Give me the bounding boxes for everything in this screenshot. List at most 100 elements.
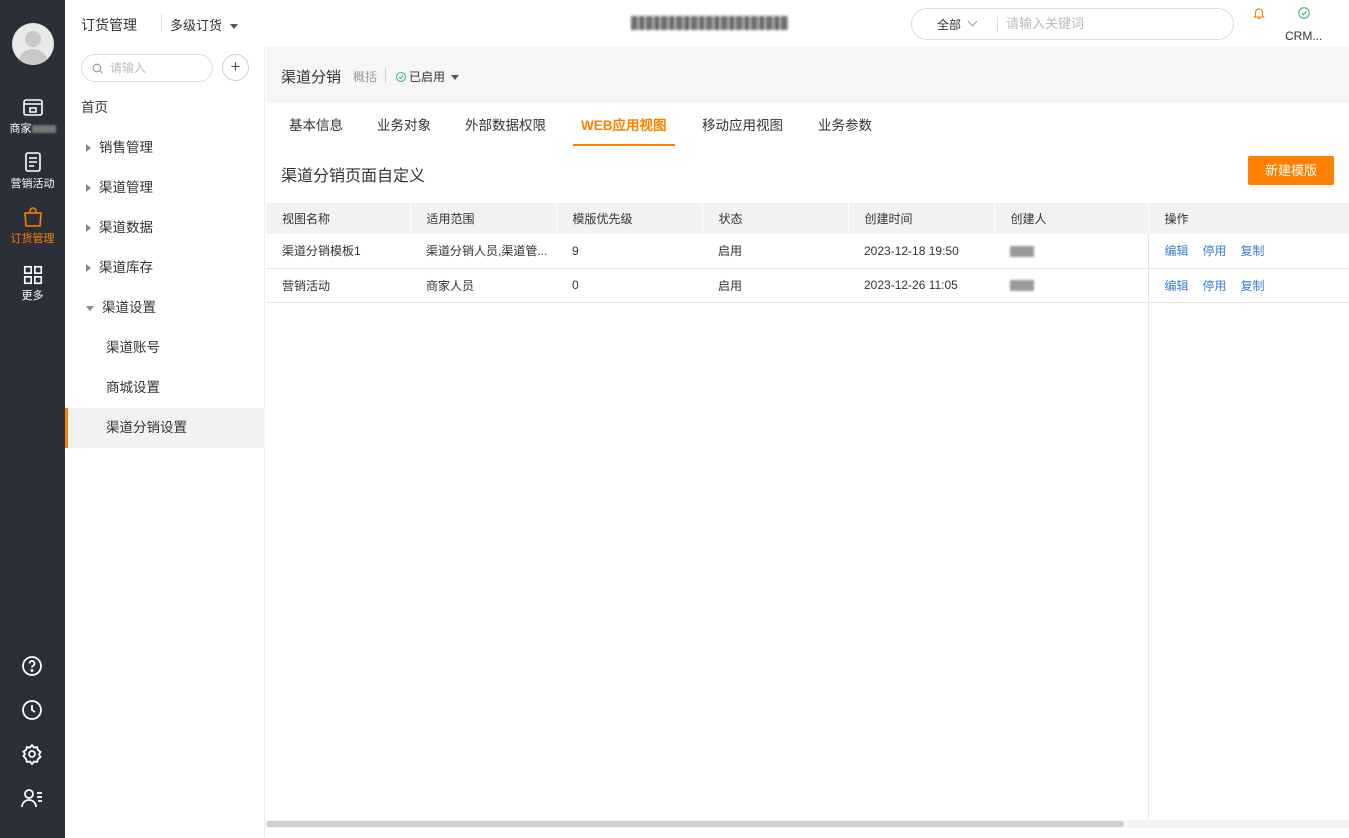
grid-icon — [23, 265, 42, 285]
col-header-created-time[interactable]: 创建时间 — [848, 203, 995, 234]
sidebar-search-input[interactable] — [110, 61, 205, 75]
rail-item-order[interactable]: 订货管理 — [0, 205, 65, 257]
sidebar-item-distribution-settings[interactable]: 渠道分销设置 — [65, 408, 265, 448]
tab-external-data-permission[interactable]: 外部数据权限 — [465, 114, 546, 144]
col-header-status[interactable]: 状态 — [702, 203, 849, 234]
section-title: 渠道分销页面自定义 — [281, 168, 426, 185]
new-template-button[interactable]: 新建模版 — [1248, 156, 1334, 185]
cell-status: 启用 — [702, 268, 848, 303]
search-scope-select[interactable]: 全部 — [937, 16, 961, 33]
top-header: 订货管理 多级订货 全部 CRM... — [65, 0, 1349, 47]
cell-actions: 编辑 停用 复制 — [1147, 234, 1349, 269]
cell-view-name: 营销活动 — [266, 268, 410, 303]
cell-created-time: 2023-12-26 11:05 — [848, 268, 994, 303]
sidebar-item-label: 销售管理 — [99, 140, 153, 155]
cell-view-name: 渠道分销模板1 — [266, 234, 410, 269]
edit-link[interactable]: 编辑 — [1165, 244, 1189, 258]
module-selector-label: 多级订货 — [170, 18, 223, 33]
object-title: 渠道分销 — [281, 69, 342, 86]
search-input[interactable] — [1006, 16, 1206, 31]
copy-link[interactable]: 复制 — [1241, 244, 1265, 258]
view-table: 视图名称 适用范围 模版优先级 状态 创建时间 创建人 操作 渠道分销模板1 渠… — [266, 203, 1349, 303]
crm-label: CRM... — [1285, 29, 1323, 43]
rail-label-store: 商家 — [9, 123, 32, 135]
caret-right-icon — [86, 144, 91, 153]
cell-status: 启用 — [702, 234, 848, 269]
sidebar-item-label: 渠道账号 — [106, 340, 160, 355]
col-header-priority[interactable]: 模版优先级 — [556, 203, 703, 234]
cell-scope: 商家人员 — [410, 268, 556, 303]
col-header-actions: 操作 — [1147, 203, 1349, 234]
caret-right-icon — [86, 224, 91, 233]
col-header-view-name[interactable]: 视图名称 — [266, 203, 411, 234]
caret-down-icon — [230, 24, 239, 30]
sidebar-item-channel-data[interactable]: 渠道数据 — [65, 208, 265, 248]
tab-mobile-view[interactable]: 移动应用视图 — [702, 114, 783, 144]
tab-business-objects[interactable]: 业务对象 — [377, 114, 431, 144]
sidebar-item-mall-settings[interactable]: 商城设置 — [65, 368, 265, 408]
check-circle-icon — [395, 71, 407, 83]
cell-creator — [994, 268, 1148, 303]
cell-priority: 9 — [556, 234, 702, 269]
sidebar-item-label: 渠道库存 — [99, 260, 153, 275]
sidebar-item-label: 渠道设置 — [102, 300, 156, 315]
rail-label-order: 订货管理 — [10, 233, 55, 245]
copy-link[interactable]: 复制 — [1241, 279, 1265, 293]
sidebar-item-label: 渠道数据 — [99, 220, 153, 235]
sidebar-item-channel-stock[interactable]: 渠道库存 — [65, 248, 265, 288]
rail-item-store[interactable]: 商家 — [0, 95, 65, 147]
company-name-blurred — [631, 16, 788, 30]
cell-creator — [994, 234, 1148, 269]
table-row: 渠道分销模板1 渠道分销人员,渠道管... 9 启用 2023-12-18 19… — [266, 234, 1349, 269]
cell-scope: 渠道分销人员,渠道管... — [410, 234, 556, 269]
caret-down-icon — [86, 305, 94, 311]
history-icon[interactable] — [20, 698, 44, 722]
object-status-dropdown[interactable]: 已启用 — [395, 68, 460, 85]
bell-icon[interactable] — [1252, 6, 1266, 20]
scrollbar-thumb[interactable] — [266, 821, 1124, 827]
module-selector[interactable]: 多级订货 — [170, 15, 239, 34]
horizontal-scrollbar[interactable] — [266, 820, 1349, 828]
actions-column-divider — [1148, 300, 1149, 820]
rail-item-more[interactable]: 更多 — [0, 264, 65, 316]
chevron-down-icon[interactable] — [967, 16, 978, 27]
cell-created-time: 2023-12-18 19:50 — [848, 234, 994, 269]
caret-right-icon — [86, 264, 91, 273]
search-icon — [92, 63, 103, 74]
creator-name-blurred — [1010, 246, 1034, 258]
sidebar-item-channel-account[interactable]: 渠道账号 — [65, 328, 265, 368]
app-title: 订货管理 — [81, 17, 137, 33]
disable-link[interactable]: 停用 — [1203, 244, 1227, 258]
help-icon[interactable] — [20, 654, 44, 678]
sidebar-item-channel-settings[interactable]: 渠道设置 — [65, 288, 265, 328]
sidebar-item-label: 渠道分销设置 — [106, 420, 187, 435]
check-circle-icon — [1297, 7, 1310, 19]
creator-name-blurred — [1010, 280, 1034, 292]
table-row: 营销活动 商家人员 0 启用 2023-12-26 11:05 编辑 停用 复制 — [266, 268, 1349, 303]
user-list-icon[interactable] — [20, 786, 44, 810]
global-search: 全部 — [911, 8, 1234, 40]
cell-priority: 0 — [556, 268, 702, 303]
module-sidebar: + 首页 销售管理 渠道管理 渠道数据 渠道库存 渠道设置 渠道账号 商城设置 … — [65, 47, 265, 838]
rail-item-campaign[interactable]: 营销活动 — [0, 150, 65, 202]
add-button[interactable]: + — [222, 54, 249, 81]
sidebar-item-channel-mgmt[interactable]: 渠道管理 — [65, 168, 265, 208]
edit-link[interactable]: 编辑 — [1165, 279, 1189, 293]
sidebar-item-label: 首页 — [81, 100, 108, 115]
crm-switch[interactable]: CRM... — [1285, 6, 1322, 43]
settings-icon[interactable] — [20, 742, 44, 766]
tab-basic-info[interactable]: 基本信息 — [289, 114, 343, 144]
object-overview-link[interactable]: 概括 — [353, 68, 377, 85]
campaign-icon — [24, 152, 41, 172]
caret-down-icon — [451, 75, 460, 81]
sidebar-item-sales[interactable]: 销售管理 — [65, 128, 265, 168]
disable-link[interactable]: 停用 — [1203, 279, 1227, 293]
table-header-row: 视图名称 适用范围 模版优先级 状态 创建时间 创建人 操作 — [266, 203, 1349, 234]
tab-business-params[interactable]: 业务参数 — [818, 114, 872, 144]
tab-web-view[interactable]: WEB应用视图 — [573, 114, 675, 146]
sidebar-item-home[interactable]: 首页 — [65, 88, 265, 128]
col-header-creator[interactable]: 创建人 — [994, 203, 1149, 234]
user-avatar[interactable] — [12, 23, 54, 65]
object-status-label: 已启用 — [409, 70, 446, 84]
col-header-scope[interactable]: 适用范围 — [410, 203, 557, 234]
